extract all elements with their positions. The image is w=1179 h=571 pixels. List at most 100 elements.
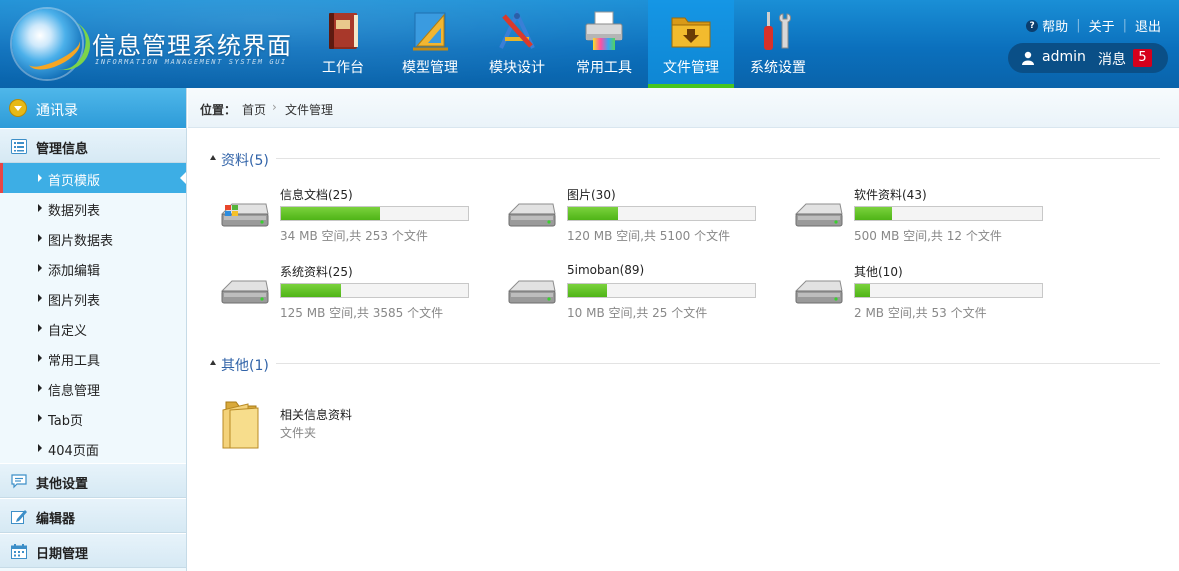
message-count-badge[interactable]: 5 bbox=[1133, 49, 1152, 67]
usage-bar bbox=[567, 206, 756, 221]
messages-link[interactable]: 消息 bbox=[1098, 49, 1126, 69]
design-tools-icon bbox=[499, 10, 535, 49]
drive-info: 500 MB 空间,共 12 个文件 bbox=[854, 229, 1002, 243]
nav-label: 模块设计 bbox=[489, 60, 545, 76]
sidebar-contacts[interactable]: 通讯录 bbox=[0, 88, 186, 128]
sidebar-item-add-edit[interactable]: 添加编辑 bbox=[0, 253, 186, 283]
drive-name: 图片(30) bbox=[567, 188, 616, 202]
drive-info: 2 MB 空间,共 53 个文件 bbox=[854, 306, 987, 320]
help-link[interactable]: 帮助 bbox=[1042, 16, 1068, 35]
user-panel: admin 消息 5 bbox=[1008, 43, 1168, 73]
nav-label: 模型管理 bbox=[402, 60, 458, 76]
sidebar-item-home-template[interactable]: 首页模版 bbox=[0, 163, 186, 193]
sidebar-section-editor[interactable]: 编辑器 bbox=[0, 498, 186, 533]
nav-system-settings[interactable]: 系统设置 bbox=[735, 0, 821, 88]
top-header: 信息管理系统界面 INFORMATION MANAGEMENT SYSTEM G… bbox=[0, 0, 1179, 88]
hard-drive-icon bbox=[220, 280, 269, 304]
sidebar-item-label: 自定义 bbox=[48, 324, 88, 339]
caret-right-icon bbox=[38, 444, 42, 452]
sidebar-item-404-page[interactable]: 404页面 bbox=[0, 433, 186, 463]
breadcrumb-label: 位置： bbox=[200, 103, 237, 117]
folder-icon bbox=[222, 401, 259, 449]
username[interactable]: admin bbox=[1042, 49, 1086, 65]
caret-right-icon bbox=[38, 294, 42, 302]
drive-name: 信息文档(25) bbox=[280, 188, 353, 202]
drive-info: 10 MB 空间,共 25 个文件 bbox=[567, 306, 708, 320]
drive-name: 其他(10) bbox=[854, 265, 903, 279]
nav-label: 常用工具 bbox=[576, 60, 632, 76]
drive-item[interactable]: 信息文档(25) 34 MB 空间,共 253 个文件 bbox=[220, 186, 490, 256]
sidebar-item-info-management[interactable]: 信息管理 bbox=[0, 373, 186, 403]
top-links: ? 帮助 | 关于 | 退出 bbox=[1026, 16, 1161, 35]
sidebar-item-label: 信息管理 bbox=[48, 384, 101, 399]
app-title: 信息管理系统界面 bbox=[92, 32, 292, 60]
logout-link[interactable]: 退出 bbox=[1135, 16, 1161, 35]
drive-item[interactable]: 软件资料(43) 500 MB 空间,共 12 个文件 bbox=[794, 186, 1064, 256]
sidebar-section-management[interactable]: 管理信息 bbox=[0, 128, 186, 163]
collapse-triangle-icon bbox=[210, 360, 216, 365]
separator: | bbox=[1076, 18, 1081, 33]
hard-drive-icon bbox=[794, 203, 843, 227]
caret-right-icon bbox=[38, 414, 42, 422]
separator: | bbox=[1122, 18, 1127, 33]
drive-name: 软件资料(43) bbox=[854, 188, 927, 202]
drive-item[interactable]: 其他(10) 2 MB 空间,共 53 个文件 bbox=[794, 263, 1064, 333]
sidebar-item-tab-page[interactable]: Tab页 bbox=[0, 403, 186, 433]
drive-item[interactable]: 5imoban(89) 10 MB 空间,共 25 个文件 bbox=[507, 263, 777, 333]
sidebar-top-label: 通讯录 bbox=[36, 103, 78, 119]
help-icon: ? bbox=[1026, 19, 1039, 32]
usage-bar bbox=[567, 283, 756, 298]
sidebar: 通讯录 管理信息 首页模版 数据列表 图片数据表 添加编辑 图片列表 自定义 常… bbox=[0, 88, 187, 571]
nav-common-tools[interactable]: 常用工具 bbox=[561, 0, 647, 88]
drive-name: 系统资料(25) bbox=[280, 265, 353, 279]
drive-item[interactable]: 图片(30) 120 MB 空间,共 5100 个文件 bbox=[507, 186, 777, 256]
nav-module-design[interactable]: 模块设计 bbox=[474, 0, 560, 88]
usage-bar-fill bbox=[568, 207, 619, 220]
sidebar-section-label: 日期管理 bbox=[36, 547, 89, 562]
caret-right-icon bbox=[38, 324, 42, 332]
chat-icon bbox=[11, 474, 27, 489]
chevron-down-icon bbox=[9, 99, 27, 117]
folder-item[interactable]: 相关信息资料 文件夹 bbox=[220, 398, 420, 453]
drive-info: 125 MB 空间,共 3585 个文件 bbox=[280, 306, 444, 320]
sidebar-item-data-list[interactable]: 数据列表 bbox=[0, 193, 186, 223]
drive-info: 120 MB 空间,共 5100 个文件 bbox=[567, 229, 731, 243]
sidebar-section-label: 其他设置 bbox=[36, 477, 89, 492]
hard-drive-icon bbox=[507, 203, 556, 227]
sidebar-item-custom[interactable]: 自定义 bbox=[0, 313, 186, 343]
collapse-triangle-icon bbox=[210, 155, 216, 160]
nav-model-management[interactable]: 模型管理 bbox=[387, 0, 473, 88]
sidebar-item-label: 404页面 bbox=[48, 444, 99, 459]
sidebar-section-date-management[interactable]: 日期管理 bbox=[0, 533, 186, 568]
sidebar-item-common-tools[interactable]: 常用工具 bbox=[0, 343, 186, 373]
drive-info: 34 MB 空间,共 253 个文件 bbox=[280, 229, 428, 243]
folder-name: 相关信息资料 bbox=[280, 408, 353, 422]
group-title: 资料(5) bbox=[221, 153, 269, 169]
nav-label: 系统设置 bbox=[750, 60, 806, 76]
about-link[interactable]: 关于 bbox=[1089, 16, 1115, 35]
sidebar-section-other-settings[interactable]: 其他设置 bbox=[0, 463, 186, 498]
hard-drive-windows-icon bbox=[220, 203, 269, 227]
usage-bar-fill bbox=[855, 207, 893, 220]
calendar-icon bbox=[11, 544, 27, 559]
nav-file-management[interactable]: 文件管理 bbox=[648, 0, 734, 88]
breadcrumb-separator: › bbox=[272, 100, 277, 114]
wrench-screwdriver-icon bbox=[764, 12, 791, 50]
caret-right-icon bbox=[38, 204, 42, 212]
sidebar-item-image-table[interactable]: 图片数据表 bbox=[0, 223, 186, 253]
sidebar-item-image-list[interactable]: 图片列表 bbox=[0, 283, 186, 313]
folder-type: 文件夹 bbox=[280, 426, 317, 440]
caret-right-icon bbox=[38, 174, 42, 182]
drive-item[interactable]: 系统资料(25) 125 MB 空间,共 3585 个文件 bbox=[220, 263, 490, 333]
folder-download-icon bbox=[671, 17, 711, 48]
usage-bar-fill bbox=[855, 284, 870, 297]
caret-right-icon bbox=[38, 354, 42, 362]
nav-label: 工作台 bbox=[322, 60, 364, 76]
nav-workbench[interactable]: 工作台 bbox=[300, 0, 386, 88]
breadcrumb-home-link[interactable]: 首页 bbox=[242, 101, 266, 118]
usage-bar bbox=[854, 283, 1043, 298]
printer-icon bbox=[585, 11, 623, 50]
breadcrumb: 位置： 首页 › 文件管理 bbox=[188, 88, 1179, 128]
list-icon bbox=[11, 139, 27, 154]
edit-icon bbox=[11, 510, 27, 524]
